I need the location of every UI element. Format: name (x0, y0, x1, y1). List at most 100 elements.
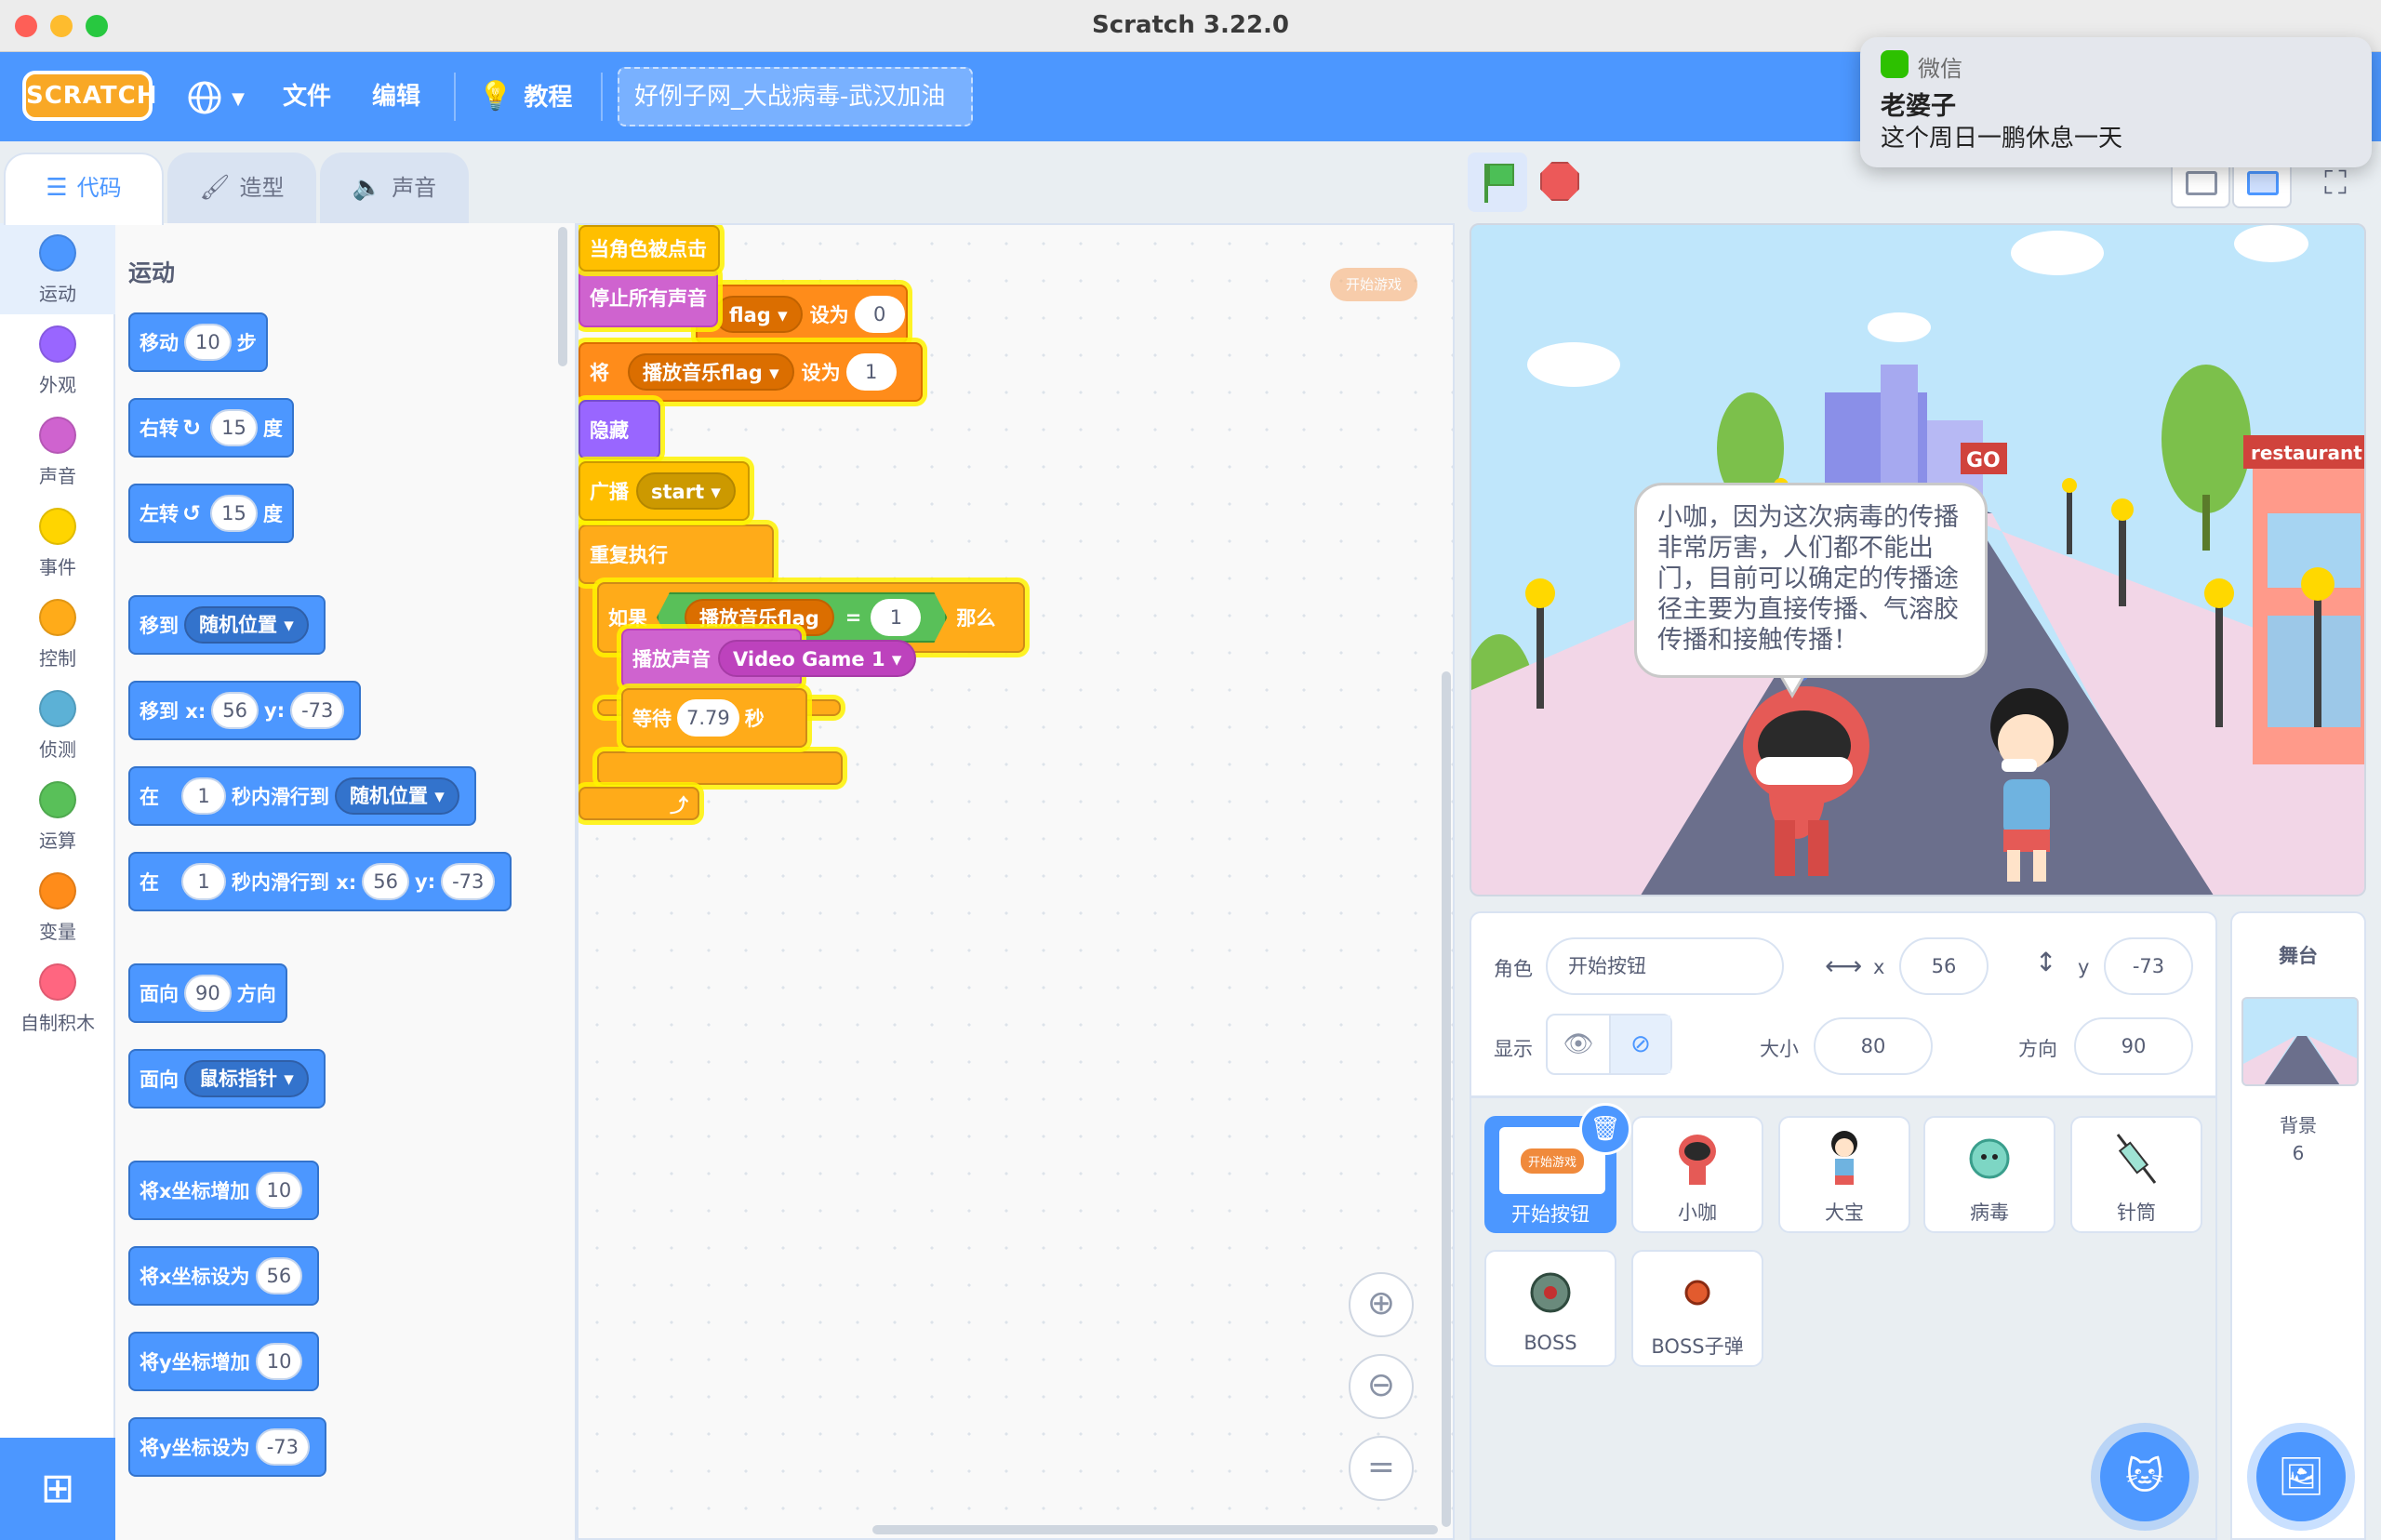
block-set-music-flag[interactable]: 将 播放音乐flag ▾ 设为 1 (579, 342, 923, 402)
wechat-notification[interactable]: 微信 老婆子 这个周日一鹏休息一天 (1860, 37, 2372, 167)
block-number-input[interactable]: 56 (362, 863, 409, 900)
tab-costumes[interactable]: 🖌 造型 (167, 153, 316, 225)
variable-dropdown[interactable]: 播放音乐flag ▾ (628, 353, 794, 391)
tutorials-label: 教程 (524, 84, 573, 112)
block-dropdown[interactable]: 随机位置 ▾ (335, 777, 459, 815)
tab-code[interactable]: ☰ 代码 (4, 153, 164, 225)
block-change-y[interactable]: 将y坐标增加 10 (128, 1332, 320, 1391)
block-number-input[interactable]: 1 (181, 863, 226, 900)
stop-button[interactable] (1540, 162, 1579, 201)
block-number-input[interactable]: 56 (211, 692, 259, 729)
tab-code-label: 代码 (76, 175, 122, 201)
block-goto[interactable]: 移到 随机位置 ▾ (128, 595, 326, 655)
block-when-sprite-clicked[interactable]: 当角色被点击 (579, 225, 720, 272)
category-looks[interactable]: 外观 (0, 314, 115, 405)
chevron-down-icon: ▼ (232, 89, 245, 109)
code-workspace[interactable]: 重复执行 如果 播放音乐flag = 1 那么 ⤴ 播放声音 Video Gam… (577, 223, 1455, 1540)
block-number-input[interactable]: 10 (255, 1343, 303, 1380)
sprite-tile-virus[interactable]: 病毒 (1923, 1116, 2055, 1233)
green-flag-button[interactable] (1468, 153, 1527, 212)
stage-canvas[interactable]: restaurant GO 小咖，因为这次病毒的传播非常厉害，人们都不能出门，目… (1470, 223, 2366, 896)
category-events[interactable]: 事件 (0, 497, 115, 588)
delete-sprite-button[interactable]: 🗑 (1579, 1103, 1631, 1155)
workspace-vertical-scrollbar[interactable] (1442, 671, 1451, 1527)
block-turn-right[interactable]: 右转 ↻ 15 度 (128, 398, 294, 458)
zoom-in-button[interactable]: ⊕ (1349, 1272, 1414, 1337)
sprite-tile-syringe[interactable]: 针筒 (2070, 1116, 2202, 1233)
tab-sounds[interactable]: 🔈 声音 (320, 153, 469, 225)
block-change-x[interactable]: 将x坐标增加 10 (128, 1161, 320, 1220)
block-number-input[interactable]: 0 (854, 296, 905, 333)
block-goto-xy[interactable]: 移到 x: 56 y: -73 (128, 681, 362, 740)
hide-sprite-button[interactable]: ⊘ (1609, 1016, 1670, 1073)
workspace-horizontal-scrollbar[interactable] (872, 1525, 1438, 1534)
tab-costumes-label: 造型 (239, 175, 285, 201)
block-number-input[interactable]: 7.79 (677, 699, 739, 737)
block-number-input[interactable]: -73 (290, 692, 345, 729)
zoom-out-button[interactable]: ⊖ (1349, 1354, 1414, 1419)
block-number-input[interactable]: 15 (210, 409, 258, 446)
sprite-name-input[interactable]: 开始按钮 (1546, 937, 1784, 995)
block-dropdown[interactable]: 随机位置 ▾ (184, 606, 309, 644)
block-play-sound[interactable]: 播放声音 Video Game 1 ▾ (621, 629, 917, 688)
category-motion[interactable]: 运动 (0, 223, 115, 314)
sprite-tile-boss-bullet[interactable]: BOSS子弹 (1631, 1250, 1763, 1367)
size-input[interactable]: 80 (1814, 1017, 1933, 1075)
file-menu[interactable]: 文件 (283, 74, 331, 119)
block-set-y[interactable]: 将y坐标设为 -73 (128, 1417, 327, 1477)
block-forever[interactable]: 重复执行 (579, 524, 774, 584)
variable-dropdown[interactable]: flag ▾ (714, 296, 803, 333)
add-extension-button[interactable]: ⊞ (0, 1438, 115, 1540)
x-input[interactable]: 56 (1899, 937, 1989, 995)
block-number-input[interactable]: 56 (255, 1257, 303, 1294)
choose-backdrop-button[interactable]: 🖼 (2256, 1432, 2346, 1521)
sprite-tile-xiaoka[interactable]: 小咖 (1631, 1116, 1763, 1233)
block-broadcast[interactable]: 广播 start ▾ (579, 461, 750, 521)
block-number-input[interactable]: 10 (184, 324, 232, 361)
block-number-input[interactable]: 1 (181, 777, 226, 815)
category-sound[interactable]: 声音 (0, 405, 115, 497)
direction-input[interactable]: 90 (2074, 1017, 2193, 1075)
block-number-input[interactable]: 90 (184, 975, 232, 1012)
scratch-logo[interactable]: SCRATCH (22, 71, 157, 121)
block-number-input[interactable]: -73 (255, 1428, 311, 1466)
block-point-direction[interactable]: 面向 90 方向 (128, 963, 287, 1023)
block-number-input[interactable]: -73 (441, 863, 496, 900)
message-dropdown[interactable]: start ▾ (636, 472, 736, 510)
palette-scrollbar[interactable] (558, 227, 567, 366)
block-point-towards[interactable]: 面向 鼠标指针 ▾ (128, 1049, 326, 1109)
block-stop-all-sounds[interactable]: 停止所有声音 (579, 268, 718, 327)
category-sensing[interactable]: 侦测 (0, 679, 115, 770)
tutorials-menu[interactable]: 💡 教程 (478, 74, 572, 119)
block-glide[interactable]: 在 1 秒内滑行到 随机位置 ▾ (128, 766, 476, 826)
block-number-input[interactable]: 10 (255, 1172, 303, 1209)
sprite-tile-dabao[interactable]: 大宝 (1778, 1116, 1910, 1233)
block-number-input[interactable]: 15 (210, 495, 258, 532)
block-move-steps[interactable]: 移动 10 步 (128, 312, 268, 372)
category-variables[interactable]: 变量 (0, 861, 115, 952)
block-wait[interactable]: 等待 7.79 秒 (621, 688, 807, 748)
category-label: 侦测 (39, 738, 76, 761)
menu-divider (601, 73, 603, 121)
block-dropdown[interactable]: 鼠标指针 ▾ (184, 1060, 309, 1097)
block-turn-left[interactable]: 左转 ↺ 15 度 (128, 484, 294, 543)
language-menu[interactable]: ▼ (186, 74, 245, 119)
sprite-tile-boss[interactable]: BOSS (1484, 1250, 1616, 1367)
block-number-input[interactable]: 1 (845, 353, 897, 391)
category-label: 运动 (39, 283, 76, 305)
project-title-input[interactable]: 好例子网_大战病毒-武汉加油 (618, 67, 973, 126)
block-glide-xy[interactable]: 在 1 秒内滑行到 x: 56 y: -73 (128, 852, 512, 911)
choose-sprite-button[interactable]: 🐱 (2100, 1432, 2189, 1521)
block-set-flag[interactable]: flag ▾ 设为 0 (696, 285, 908, 344)
category-control[interactable]: 控制 (0, 588, 115, 679)
category-operators[interactable]: 运算 (0, 770, 115, 861)
block-hide[interactable]: 隐藏 (579, 400, 660, 459)
y-input[interactable]: -73 (2104, 937, 2193, 995)
category-my-blocks[interactable]: 自制积木 (0, 952, 115, 1043)
zoom-reset-button[interactable]: = (1349, 1436, 1414, 1501)
show-sprite-button[interactable]: 👁 (1548, 1016, 1609, 1073)
block-number-input[interactable]: 1 (871, 599, 921, 636)
edit-menu[interactable]: 编辑 (372, 74, 420, 119)
block-set-x[interactable]: 将x坐标设为 56 (128, 1246, 320, 1306)
sound-dropdown[interactable]: Video Game 1 ▾ (718, 640, 917, 677)
